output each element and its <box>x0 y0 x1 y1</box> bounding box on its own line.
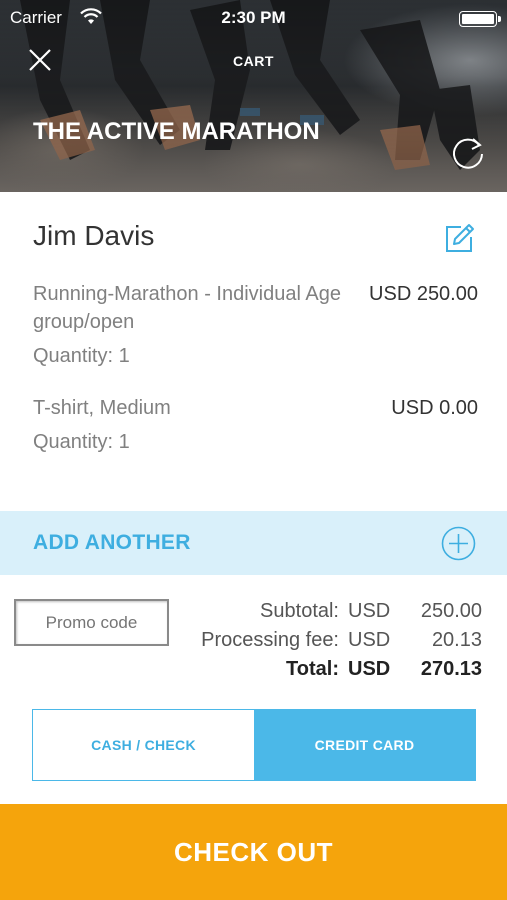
event-title: THE ACTIVE MARATHON <box>33 118 320 145</box>
status-bar: Carrier 2:30 PM <box>0 0 507 36</box>
cart-line-item: Running-Marathon - Individual Age group/… <box>33 280 478 370</box>
participant-name: Jim Davis <box>33 220 155 251</box>
payment-method-toggle: CASH / CHECK CREDIT CARD <box>32 709 476 781</box>
add-another-button[interactable]: ADD ANOTHER <box>0 511 507 575</box>
processing-fee-row: Processing fee: USD 20.13 <box>175 629 482 658</box>
processing-fee-label: Processing fee: <box>201 629 339 651</box>
battery-icon <box>459 11 501 27</box>
item-price: USD 0.00 <box>391 397 478 419</box>
total-amount: 270.13 <box>420 658 482 680</box>
refresh-icon[interactable] <box>449 133 487 171</box>
credit-card-option[interactable]: CREDIT CARD <box>254 710 475 780</box>
item-description: Running-Marathon - Individual Age group/… <box>33 283 341 333</box>
cart-line-item: T-shirt, Medium USD 0.00 Quantity: 1 <box>33 394 478 456</box>
processing-fee-currency: USD <box>348 629 391 651</box>
total-currency: USD <box>348 658 391 680</box>
subtotal-row: Subtotal: USD 250.00 <box>175 600 482 629</box>
clock: 2:30 PM <box>221 8 286 27</box>
total-label: Total: <box>286 658 339 680</box>
edit-icon[interactable] <box>444 222 476 254</box>
total-row: Total: USD 270.13 <box>175 658 482 687</box>
item-price: USD 250.00 <box>369 283 478 305</box>
page-title: CART <box>233 53 274 69</box>
subtotal-amount: 250.00 <box>420 600 482 622</box>
item-quantity: Quantity: 1 <box>33 431 130 453</box>
item-description: T-shirt, Medium <box>33 397 171 419</box>
cash-check-option[interactable]: CASH / CHECK <box>33 710 254 780</box>
item-quantity: Quantity: 1 <box>33 345 130 367</box>
order-totals: Subtotal: USD 250.00 Processing fee: USD… <box>175 600 482 687</box>
checkout-button[interactable]: CHECK OUT <box>0 804 507 900</box>
subtotal-label: Subtotal: <box>260 600 339 622</box>
add-another-label: ADD ANOTHER <box>33 531 191 554</box>
promo-code-input[interactable] <box>14 599 169 646</box>
subtotal-currency: USD <box>348 600 391 622</box>
processing-fee-amount: 20.13 <box>431 629 482 651</box>
plus-circle-icon <box>441 526 476 561</box>
